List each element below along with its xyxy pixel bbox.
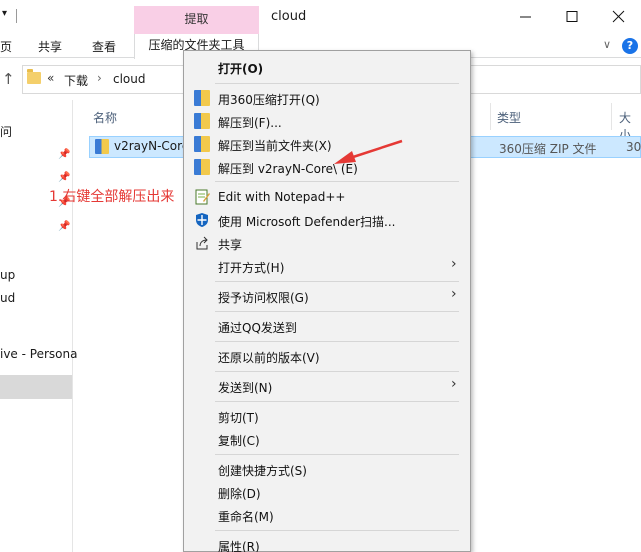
zip-file-icon <box>95 139 109 154</box>
quick-access-divider <box>16 9 17 23</box>
up-arrow-icon[interactable]: ↑ <box>2 70 15 88</box>
menu-item-open-with[interactable]: 打开方式(H) <box>218 259 284 276</box>
menu-item-share[interactable]: 共享 <box>218 236 242 253</box>
menu-item-extract-here[interactable]: 解压到当前文件夹(X) <box>218 137 332 154</box>
ribbon-expand-chevron-icon[interactable]: ∨ <box>603 38 611 51</box>
nav-item-onedrive[interactable]: ive - Persona <box>0 347 77 361</box>
menu-item-defender-scan[interactable]: 使用 Microsoft Defender扫描... <box>218 213 395 230</box>
minimize-icon <box>520 16 531 18</box>
nav-selected-item[interactable] <box>0 375 72 399</box>
close-button[interactable] <box>595 0 641 34</box>
window-title: cloud <box>271 9 307 24</box>
menu-separator <box>215 181 459 182</box>
menu-item-cut[interactable]: 剪切(T) <box>218 409 259 426</box>
maximize-button[interactable] <box>549 0 595 34</box>
menu-item-rename[interactable]: 重命名(M) <box>218 508 274 525</box>
nav-item-quick-access[interactable]: 问 <box>0 123 12 140</box>
zip-icon <box>194 90 210 106</box>
tab-share[interactable]: 共享 <box>38 38 62 55</box>
menu-item-restore-previous[interactable]: 还原以前的版本(V) <box>218 349 320 366</box>
menu-item-open[interactable]: 打开(O) <box>218 60 263 77</box>
menu-item-give-access[interactable]: 授予访问权限(G) <box>218 289 309 306</box>
menu-item-create-shortcut[interactable]: 创建快捷方式(S) <box>218 462 307 479</box>
menu-separator <box>215 83 459 84</box>
breadcrumb-downloads[interactable]: 下载 <box>64 72 88 89</box>
zip-icon <box>194 136 210 152</box>
maximize-icon <box>566 11 578 22</box>
menu-separator <box>215 311 459 312</box>
menu-item-delete[interactable]: 删除(D) <box>218 485 261 502</box>
notepad-icon <box>195 189 210 205</box>
column-divider[interactable] <box>490 103 491 130</box>
file-name[interactable]: v2rayN-Core <box>114 139 189 153</box>
tab-view[interactable]: 查看 <box>92 38 116 55</box>
breadcrumb-overflow[interactable]: « <box>47 71 54 85</box>
menu-separator <box>215 341 459 342</box>
menu-separator <box>215 281 459 282</box>
pin-icon: 📌 <box>58 172 71 183</box>
breadcrumb-separator-icon[interactable]: › <box>97 71 102 85</box>
zip-icon <box>194 159 210 175</box>
quick-access-dropdown-icon[interactable]: ▾ <box>2 8 7 19</box>
minimize-button[interactable] <box>503 0 549 34</box>
menu-item-properties[interactable]: 属性(R) <box>218 538 260 552</box>
pin-icon: 📌 <box>58 221 71 232</box>
annotation-text: 1.右键全部解压出来 <box>49 189 175 205</box>
menu-separator <box>215 530 459 531</box>
zip-icon <box>194 113 210 129</box>
breadcrumb-cloud[interactable]: cloud <box>113 72 146 86</box>
menu-item-extract-to[interactable]: 解压到(F)... <box>218 114 282 131</box>
menu-separator <box>215 454 459 455</box>
menu-item-open-with-360[interactable]: 用360压缩打开(Q) <box>218 91 320 108</box>
pin-icon: 📌 <box>58 149 71 160</box>
submenu-chevron-icon: › <box>451 256 457 272</box>
submenu-chevron-icon: › <box>451 376 457 392</box>
menu-item-edit-notepad[interactable]: Edit with Notepad++ <box>218 190 345 204</box>
menu-separator <box>215 401 459 402</box>
column-divider[interactable] <box>611 103 612 130</box>
help-icon[interactable]: ? <box>622 38 638 54</box>
annotation-arrow-icon <box>334 139 403 164</box>
tab-home[interactable]: 页 <box>0 38 12 55</box>
menu-item-send-via-qq[interactable]: 通过QQ发送到 <box>218 319 297 336</box>
submenu-chevron-icon: › <box>451 286 457 302</box>
close-icon <box>612 10 625 23</box>
column-header-type[interactable]: 类型 <box>497 109 521 126</box>
nav-item-backup[interactable]: up <box>0 268 15 282</box>
share-icon <box>196 236 208 250</box>
context-tab-header: 提取 <box>134 6 259 35</box>
menu-item-send-to[interactable]: 发送到(N) <box>218 379 272 396</box>
menu-item-copy[interactable]: 复制(C) <box>218 432 260 449</box>
nav-item-cloud[interactable]: ud <box>0 291 15 305</box>
menu-separator <box>215 371 459 372</box>
defender-shield-icon <box>196 213 208 227</box>
navigation-pane <box>0 100 73 552</box>
file-size: 30 <box>626 140 641 154</box>
file-type: 360压缩 ZIP 文件 <box>499 142 597 156</box>
folder-icon <box>27 69 41 84</box>
column-header-name[interactable]: 名称 <box>93 109 117 126</box>
